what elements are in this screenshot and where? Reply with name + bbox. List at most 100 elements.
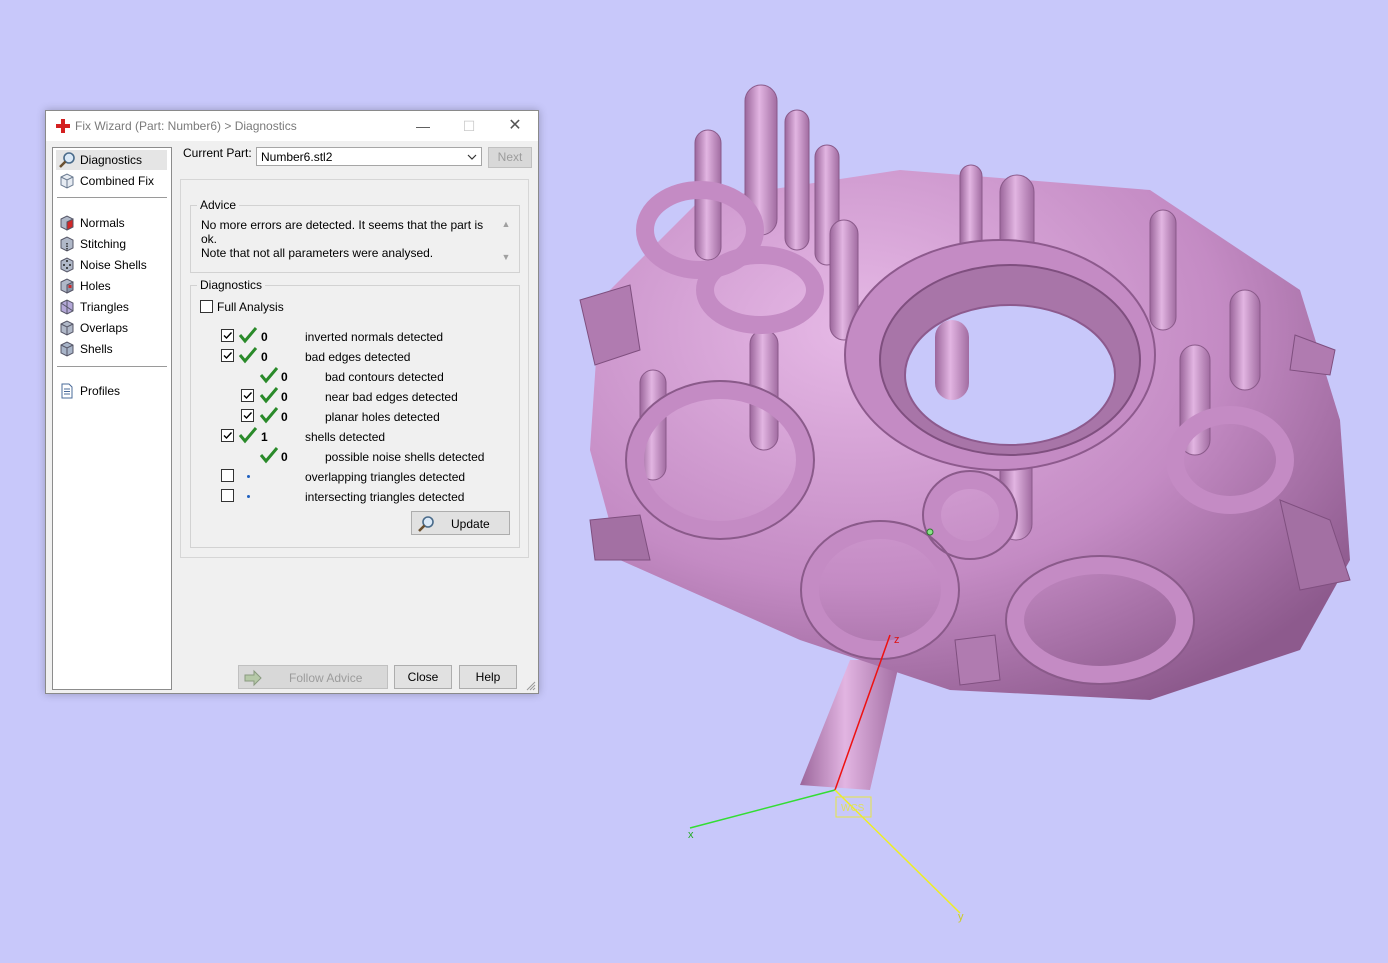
check-icon <box>259 367 279 384</box>
update-button-label: Update <box>451 517 490 531</box>
nav-label: Triangles <box>80 300 129 314</box>
check-icon <box>238 327 258 344</box>
current-part-label: Current Part: <box>183 146 252 160</box>
axis-y-label: y <box>958 911 964 923</box>
advice-line-1: No more errors are detected. It seems th… <box>201 218 484 246</box>
diagnostic-label: bad edges detected <box>305 350 411 364</box>
update-button[interactable]: Update <box>411 511 510 535</box>
nav-item-diagnostics[interactable]: Diagnostics <box>56 150 167 170</box>
nav-item-stitching[interactable]: Stitching <box>56 234 167 254</box>
scroll-up-icon[interactable]: ▲ <box>501 219 511 229</box>
planar-holes-checkbox[interactable] <box>241 409 254 422</box>
chevron-down-icon <box>467 154 477 160</box>
intersecting-triangles-checkbox[interactable] <box>221 489 234 502</box>
full-analysis-checkbox[interactable] <box>200 300 213 313</box>
magnifier-icon <box>418 516 434 532</box>
cube-stitching-icon <box>60 236 74 252</box>
shells-checkbox[interactable] <box>221 429 234 442</box>
cube-dots-icon <box>60 257 74 273</box>
nav-label: Overlaps <box>80 321 129 335</box>
diagnostic-label: intersecting triangles detected <box>305 490 465 504</box>
cube-triangles-icon <box>60 299 74 315</box>
diagnostic-count: 0 <box>281 410 288 424</box>
maximize-button[interactable]: ☐ <box>446 111 492 141</box>
cube-shells-icon <box>60 341 74 357</box>
nav-label: Diagnostics <box>80 153 143 167</box>
near-bad-edges-checkbox[interactable] <box>241 389 254 402</box>
cube-overlaps-icon <box>60 320 74 336</box>
diagnostics-group-title: Diagnostics <box>197 278 266 292</box>
nav-separator <box>57 366 167 367</box>
next-button[interactable]: Next <box>488 147 532 168</box>
nav-separator <box>57 197 167 198</box>
diagnostic-count: 0 <box>261 330 268 344</box>
overlapping-triangles-checkbox[interactable] <box>221 469 234 482</box>
minimize-button[interactable]: — <box>400 111 446 141</box>
axis-x-label: x <box>688 829 694 841</box>
title-bar[interactable]: Fix Wizard (Part: Number6) > Diagnostics… <box>46 111 538 141</box>
diagnostic-label: possible noise shells detected <box>325 450 485 464</box>
nav-item-noise-shells[interactable]: Noise Shells <box>56 255 167 275</box>
cube-red-face-icon <box>60 215 74 231</box>
nav-label: Noise Shells <box>80 258 147 272</box>
origin-label: WCS <box>841 803 865 814</box>
diagnostic-label: planar holes detected <box>325 410 440 424</box>
nav-label: Combined Fix <box>80 174 155 188</box>
advice-group-title: Advice <box>197 198 240 212</box>
help-button[interactable]: Help <box>459 665 517 689</box>
nav-item-combined-fix[interactable]: Combined Fix <box>56 171 167 191</box>
nav-item-overlaps[interactable]: Overlaps <box>56 318 167 338</box>
diagnostic-count: 0 <box>281 370 288 384</box>
diagnostic-count: 1 <box>261 430 268 444</box>
diagnostic-count: 0 <box>261 350 268 364</box>
current-part-value: Number6.stl2 <box>261 150 333 164</box>
full-analysis-label: Full Analysis <box>217 300 284 314</box>
follow-advice-label: Follow Advice <box>289 671 363 685</box>
diagnostic-label: inverted normals detected <box>305 330 444 344</box>
close-window-button[interactable]: ✕ <box>492 111 538 141</box>
advice-text: No more errors are detected. It seems th… <box>201 218 491 262</box>
dialog-title: Fix Wizard (Part: Number6) > Diagnostics <box>75 119 297 133</box>
document-icon <box>61 383 73 399</box>
axis-z-label: z <box>894 634 900 646</box>
diagnostics-panel: Advice No more errors are detected. It s… <box>180 179 529 558</box>
diagnostic-label: overlapping triangles detected <box>305 470 466 484</box>
inverted-normals-checkbox[interactable] <box>221 329 234 342</box>
cube-outline-icon <box>60 173 74 189</box>
diagnostic-label: near bad edges detected <box>325 390 458 404</box>
magnifier-icon <box>59 152 75 168</box>
cube-hole-icon <box>60 278 74 294</box>
current-part-select[interactable]: Number6.stl2 <box>256 147 482 166</box>
diagnostic-count: 0 <box>281 390 288 404</box>
check-icon <box>259 407 279 424</box>
nav-item-profiles[interactable]: Profiles <box>56 381 167 401</box>
diagnostic-label: bad contours detected <box>325 370 444 384</box>
arrow-right-icon <box>244 669 262 687</box>
check-icon <box>238 427 258 444</box>
follow-advice-button[interactable]: Follow Advice <box>238 665 388 689</box>
bad-edges-checkbox[interactable] <box>221 349 234 362</box>
scroll-down-icon[interactable]: ▼ <box>501 252 511 262</box>
nav-item-triangles[interactable]: Triangles <box>56 297 167 317</box>
wizard-nav: Diagnostics Combined Fix Normals Stitchi… <box>52 147 172 690</box>
nav-item-shells[interactable]: Shells <box>56 339 167 359</box>
nav-label: Profiles <box>80 384 121 398</box>
fix-wizard-dialog: Fix Wizard (Part: Number6) > Diagnostics… <box>45 110 539 694</box>
nav-item-normals[interactable]: Normals <box>56 213 167 233</box>
nav-label: Shells <box>80 342 113 356</box>
close-button[interactable]: Close <box>394 665 452 689</box>
red-cross-icon <box>56 119 70 133</box>
3d-model[interactable] <box>579 84 1351 790</box>
diagnostic-label: shells detected <box>305 430 386 444</box>
diagnostics-group: Diagnostics Full Analysis 0 inverted nor… <box>190 278 520 548</box>
nav-label: Normals <box>80 216 125 230</box>
resize-grip-icon[interactable] <box>526 681 536 691</box>
check-icon <box>259 387 279 404</box>
pending-dot-icon <box>247 475 250 478</box>
check-icon <box>259 447 279 464</box>
nav-label: Stitching <box>80 237 127 251</box>
diagnostic-count: 0 <box>281 450 288 464</box>
check-icon <box>238 347 258 364</box>
pending-dot-icon <box>247 495 250 498</box>
nav-item-holes[interactable]: Holes <box>56 276 167 296</box>
